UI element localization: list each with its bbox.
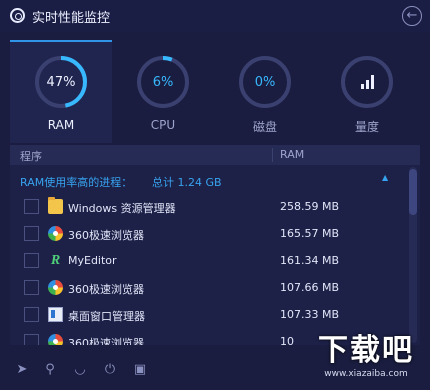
power-icon[interactable]: ⏻ [102, 362, 118, 378]
browser-icon [48, 334, 63, 345]
browser-icon [48, 226, 63, 241]
tab-ram[interactable]: 47% RAM [10, 40, 112, 143]
editor-icon: R [50, 253, 61, 268]
table-row[interactable]: 360极速浏览器 165.57 MB [10, 220, 420, 247]
tab-metrics[interactable]: 量度 [316, 40, 418, 143]
row-checkbox[interactable] [24, 253, 39, 268]
bar-chart-icon [360, 75, 374, 89]
ram-ring: 47% [35, 56, 87, 108]
scrollbar-thumb[interactable] [409, 169, 417, 215]
folder-icon [48, 197, 63, 214]
collapse-up-icon[interactable]: ▲ [382, 173, 388, 182]
process-ram: 107.66 MB [280, 281, 340, 294]
row-checkbox[interactable] [24, 334, 39, 345]
back-arrow-icon[interactable]: ← [402, 6, 422, 26]
crop-icon[interactable]: ▣ [132, 362, 148, 378]
vertical-scrollbar[interactable] [409, 167, 417, 343]
title-bar: 实时性能监控 ← [0, 0, 430, 32]
group-total: 总计 1.24 GB [152, 176, 222, 189]
column-header-ram[interactable]: RAM [280, 148, 304, 161]
process-ram: 107.33 MB [280, 308, 340, 321]
tab-metrics-label: 量度 [354, 120, 379, 134]
process-name: 360极速浏览器 [68, 283, 144, 296]
process-ram: 258.59 MB [280, 200, 340, 213]
desktop-window-icon [48, 307, 63, 322]
table-row[interactable]: 桌面窗口管理器 107.33 MB [10, 301, 420, 328]
table-row[interactable]: R MyEditor 161.34 MB [10, 247, 420, 274]
table-row[interactable]: 360极速浏览器 107.66 MB [10, 274, 420, 301]
process-name: 桌面窗口管理器 [68, 310, 145, 323]
process-panel: 程序 RAM RAM使用率高的进程： 总计 1.24 GB ▲ Windows … [10, 145, 420, 345]
app-logo-icon [10, 8, 25, 23]
column-divider [272, 148, 273, 162]
process-ram: 165.57 MB [280, 227, 340, 240]
metric-tabs: 47% RAM 6% CPU 0% 磁盘 量度 [10, 40, 420, 143]
cpu-value: 6% [152, 74, 174, 90]
row-checkbox[interactable] [24, 307, 39, 322]
column-header-name[interactable]: 程序 [20, 148, 42, 164]
window-title: 实时性能监控 [32, 11, 111, 26]
tab-ram-label: RAM [47, 118, 75, 132]
browser-icon [48, 280, 63, 295]
process-name: 360极速浏览器 [68, 337, 144, 345]
process-name: MyEditor [68, 254, 117, 267]
table-row[interactable]: Windows 资源管理器 258.59 MB [10, 193, 420, 220]
tab-cpu-label: CPU [150, 118, 176, 132]
group-header[interactable]: RAM使用率高的进程： 总计 1.24 GB ▲ [10, 165, 420, 193]
tab-disk-label: 磁盘 [252, 120, 277, 134]
tab-disk[interactable]: 0% 磁盘 [214, 40, 316, 143]
metrics-ring [341, 56, 393, 108]
row-checkbox[interactable] [24, 199, 39, 214]
watermark-text: 下载吧 [318, 333, 414, 368]
group-title: RAM使用率高的进程： [20, 176, 133, 189]
process-name: Windows 资源管理器 [68, 202, 176, 215]
process-name: 360极速浏览器 [68, 229, 144, 242]
tab-cpu[interactable]: 6% CPU [112, 40, 214, 143]
disk-ring: 0% [239, 56, 291, 108]
row-checkbox[interactable] [24, 226, 39, 241]
process-ram: 161.34 MB [280, 254, 340, 267]
ram-value: 47% [46, 74, 76, 90]
search-icon[interactable]: ⚲ [42, 362, 58, 378]
process-ram: 10 [280, 335, 294, 345]
disk-value: 0% [254, 74, 276, 90]
watermark: 下载吧 www.xiazaiba.com [306, 331, 426, 387]
table-header: 程序 RAM [10, 145, 420, 165]
cpu-ring: 6% [137, 56, 189, 108]
row-checkbox[interactable] [24, 280, 39, 295]
speed-icon[interactable]: ◡ [72, 362, 88, 378]
rocket-icon[interactable]: ➤ [14, 362, 30, 378]
